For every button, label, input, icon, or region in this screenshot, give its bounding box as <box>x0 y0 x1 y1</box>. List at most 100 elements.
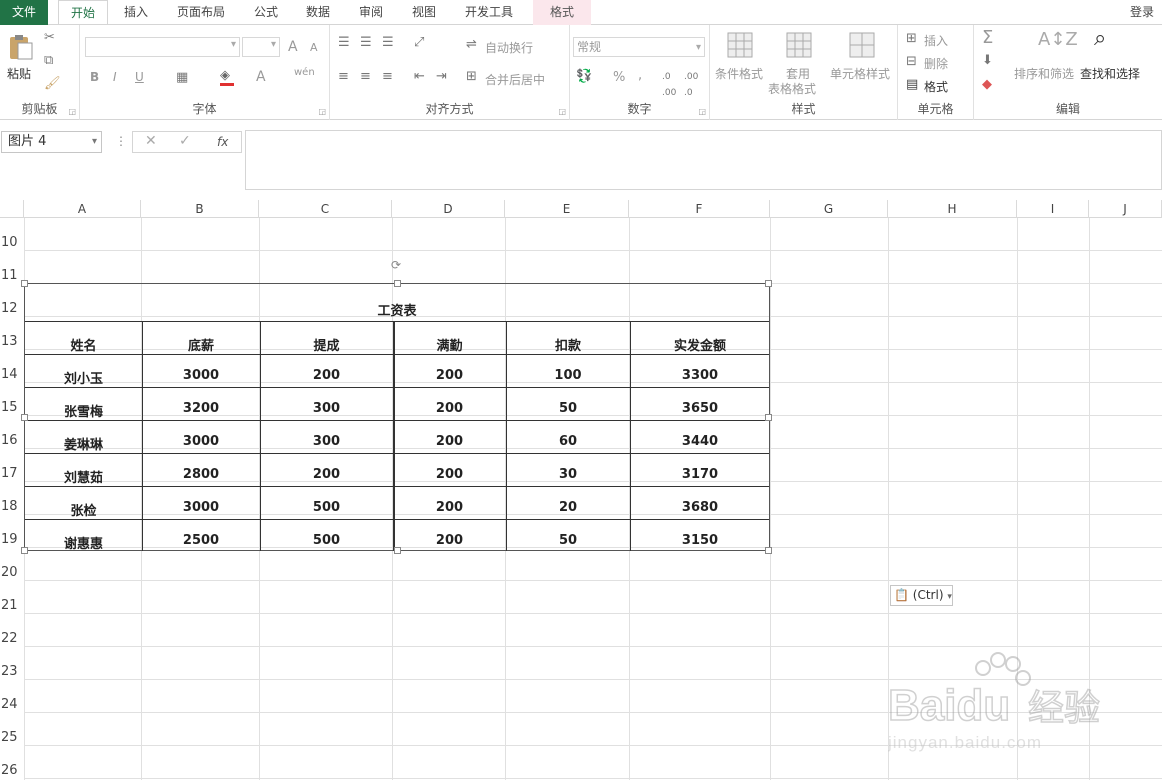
format-painter-icon[interactable]: 🖌 <box>44 76 61 92</box>
clear-icon[interactable]: ◆ <box>982 77 992 93</box>
column-header-b[interactable]: B <box>141 200 259 218</box>
fill-icon[interactable]: ⬇ <box>982 53 993 69</box>
resize-handle[interactable] <box>765 414 772 421</box>
column-header-f[interactable]: F <box>629 200 770 218</box>
italic-button[interactable]: I <box>113 70 117 84</box>
font-launcher-icon[interactable]: ◲ <box>318 107 326 116</box>
column-header-c[interactable]: C <box>259 200 392 218</box>
cut-icon[interactable]: ✂ <box>44 30 55 46</box>
paste-icon[interactable] <box>7 33 35 61</box>
cell-styles-label[interactable]: 单元格样式 <box>830 65 890 82</box>
align-middle-icon[interactable]: ☰ <box>360 35 372 51</box>
formula-input[interactable] <box>245 130 1162 190</box>
wrap-text-icon[interactable]: ⇌ <box>466 37 477 53</box>
enter-icon[interactable]: ✓ <box>179 133 191 149</box>
row-header-23[interactable]: 23 <box>0 664 24 679</box>
tab-home[interactable]: 开始 <box>58 0 108 26</box>
column-header-h[interactable]: H <box>888 200 1017 218</box>
decrease-decimal-icon[interactable]: .00.0 <box>684 69 698 101</box>
tab-page-layout[interactable]: 页面布局 <box>170 0 232 25</box>
paste-label[interactable]: 粘贴 <box>7 65 31 82</box>
sort-filter-label[interactable]: 排序和筛选 <box>1014 65 1074 82</box>
column-header-e[interactable]: E <box>505 200 629 218</box>
grow-font-icon[interactable]: A <box>288 39 298 55</box>
name-box[interactable]: 图片 4 <box>1 131 102 153</box>
column-header-j[interactable]: J <box>1089 200 1162 218</box>
wage-table-picture[interactable]: 工资表 姓名 底薪 提成 满勤 扣款 实发金额 刘小玉 3000 200 200 100 3300 张雪… <box>21 280 772 554</box>
align-left-icon[interactable]: ≡ <box>338 69 349 85</box>
currency-icon[interactable]: 💱 <box>576 69 592 85</box>
insert-cells-label[interactable]: 插入 <box>924 32 948 49</box>
row-header-25[interactable]: 25 <box>0 730 24 745</box>
delete-cells-label[interactable]: 删除 <box>924 55 948 72</box>
font-family-select[interactable] <box>85 37 240 57</box>
number-launcher-icon[interactable]: ◲ <box>698 107 706 116</box>
row-header-14[interactable]: 14 <box>0 367 24 382</box>
row-header-18[interactable]: 18 <box>0 499 24 514</box>
column-header-d[interactable]: D <box>392 200 505 218</box>
merge-center-icon[interactable]: ⊞ <box>466 69 477 85</box>
font-color-icon[interactable]: A <box>256 69 266 85</box>
row-header-13[interactable]: 13 <box>0 334 24 349</box>
tab-insert[interactable]: 插入 <box>116 0 156 25</box>
row-header-21[interactable]: 21 <box>0 598 24 613</box>
row-header-24[interactable]: 24 <box>0 697 24 712</box>
cancel-icon[interactable]: ✕ <box>145 133 157 149</box>
align-bottom-icon[interactable]: ☰ <box>382 35 394 51</box>
resize-handle[interactable] <box>765 280 772 287</box>
number-format-select[interactable]: 常规 <box>573 37 705 57</box>
rotate-handle-icon[interactable]: ⟳ <box>391 258 401 272</box>
format-cells-icon[interactable]: ▤ <box>906 77 918 93</box>
clipboard-launcher-icon[interactable]: ◲ <box>68 107 76 116</box>
login-link[interactable]: 登录 <box>1130 0 1154 24</box>
comma-button[interactable]: , <box>638 68 642 83</box>
row-header-17[interactable]: 17 <box>0 466 24 481</box>
increase-indent-icon[interactable]: ⇥ <box>436 69 447 85</box>
delete-cells-icon[interactable]: ⊟ <box>906 54 917 70</box>
percent-button[interactable]: % <box>613 70 625 85</box>
resize-handle[interactable] <box>21 280 28 287</box>
resize-handle[interactable] <box>21 547 28 554</box>
font-size-select[interactable] <box>242 37 280 57</box>
wrap-text-label[interactable]: 自动换行 <box>485 39 533 56</box>
tab-format[interactable]: 格式 <box>533 0 591 25</box>
decrease-indent-icon[interactable]: ⇤ <box>414 69 425 85</box>
cell-styles-icon[interactable] <box>848 31 876 59</box>
tab-data[interactable]: 数据 <box>300 0 336 25</box>
orientation-icon[interactable]: ⤢ <box>414 35 424 51</box>
align-right-icon[interactable]: ≡ <box>382 69 393 85</box>
resize-handle[interactable] <box>394 280 401 287</box>
border-icon[interactable]: ▦ <box>176 70 188 86</box>
insert-cells-icon[interactable]: ⊞ <box>906 31 917 47</box>
column-header-a[interactable]: A <box>24 200 141 218</box>
row-header-20[interactable]: 20 <box>0 565 24 580</box>
tab-file[interactable]: 文件 <box>0 0 48 25</box>
resize-handle[interactable] <box>394 547 401 554</box>
alignment-launcher-icon[interactable]: ◲ <box>558 107 566 116</box>
align-top-icon[interactable]: ☰ <box>338 35 350 51</box>
tab-review[interactable]: 审阅 <box>353 0 389 25</box>
column-header-g[interactable]: G <box>770 200 888 218</box>
resize-handle[interactable] <box>765 547 772 554</box>
row-header-26[interactable]: 26 <box>0 763 24 778</box>
format-as-table-label-2[interactable]: 表格格式 <box>768 80 816 97</box>
resize-handle[interactable] <box>21 414 28 421</box>
tab-developer[interactable]: 开发工具 <box>458 0 520 25</box>
select-all-corner[interactable] <box>0 200 24 218</box>
insert-function-icon[interactable]: fx <box>217 135 228 149</box>
find-select-label[interactable]: 查找和选择 <box>1080 65 1140 82</box>
row-header-10[interactable]: 10 <box>0 235 24 250</box>
increase-decimal-icon[interactable]: .0.00 <box>662 69 676 101</box>
phonetic-icon[interactable]: wén <box>294 67 315 78</box>
shrink-font-icon[interactable]: A <box>310 41 318 54</box>
row-header-12[interactable]: 12 <box>0 301 24 316</box>
merge-center-label[interactable]: 合并后居中 <box>485 71 545 88</box>
find-select-icon[interactable]: ⌕ <box>1094 28 1106 50</box>
underline-button[interactable]: U <box>135 70 144 84</box>
bold-button[interactable]: B <box>90 70 99 84</box>
sort-filter-icon[interactable]: A↕Z <box>1038 29 1078 50</box>
fill-color-icon[interactable]: ◈ <box>220 68 230 84</box>
row-header-22[interactable]: 22 <box>0 631 24 646</box>
paste-options-button[interactable]: 📋 (Ctrl) ▾ <box>890 585 953 606</box>
copy-icon[interactable]: ⧉ <box>44 53 53 69</box>
